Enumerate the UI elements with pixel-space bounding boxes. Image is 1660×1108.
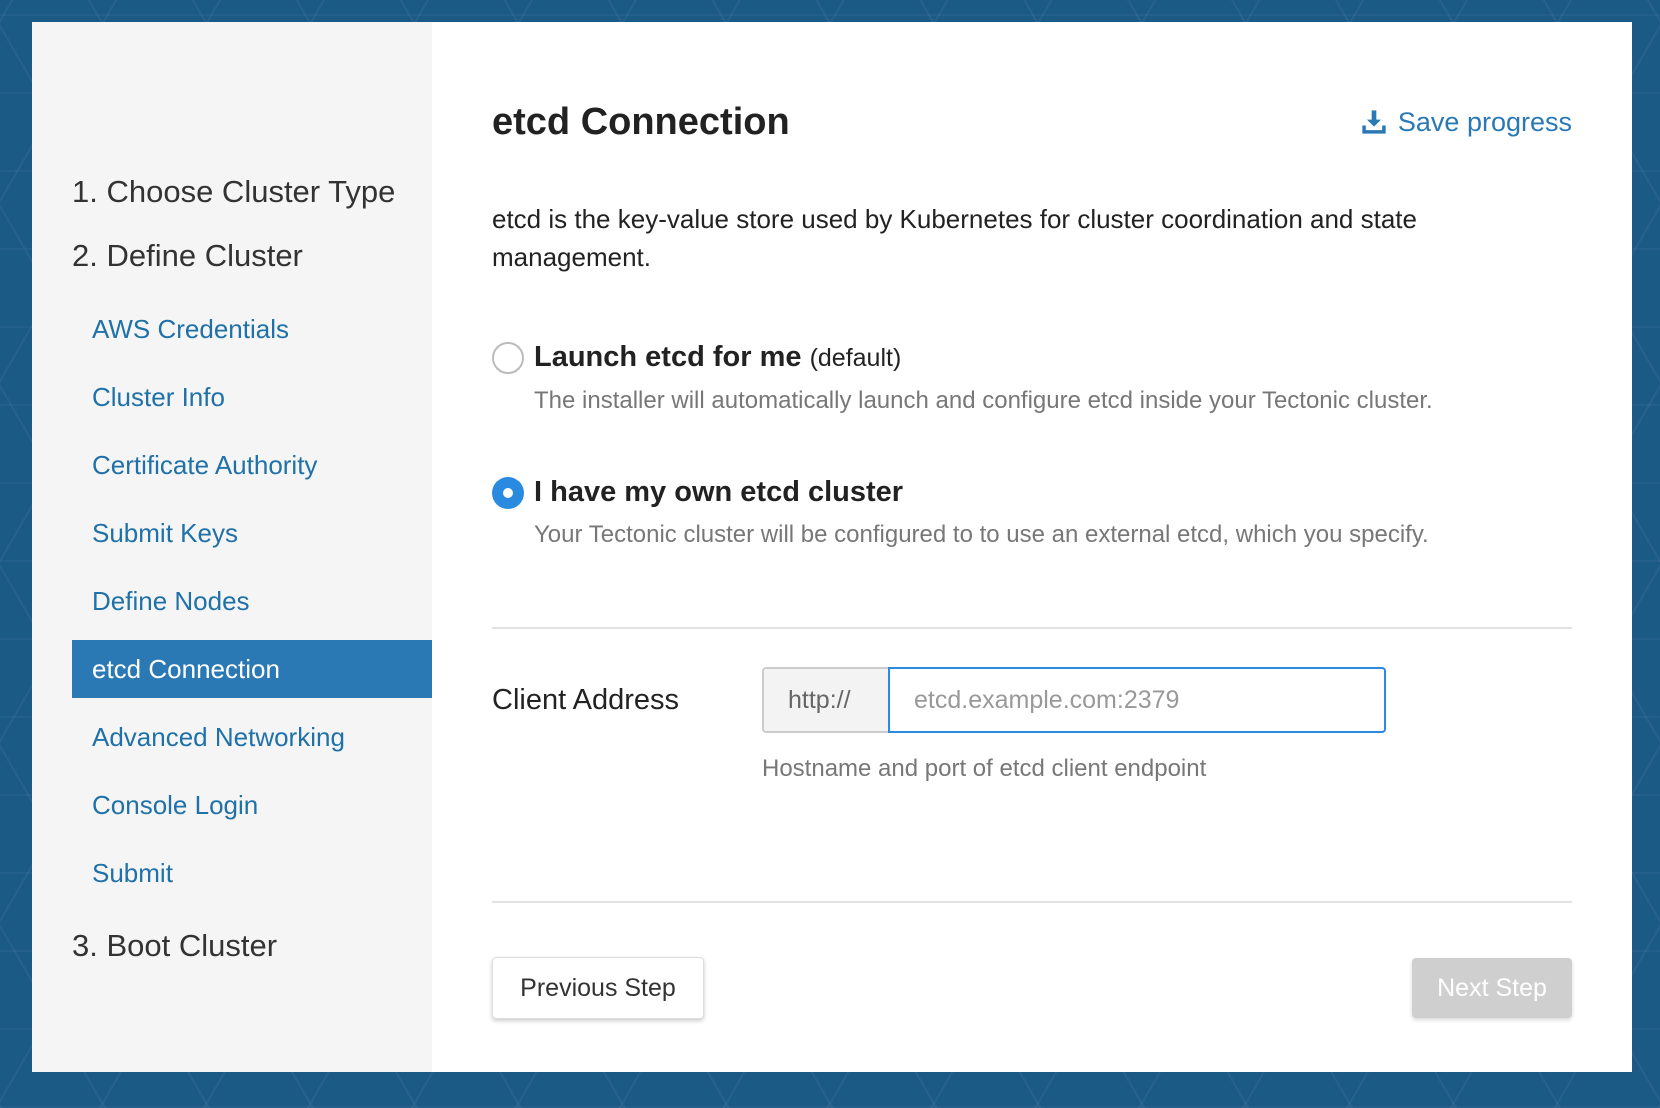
option-default-tag: (default)	[809, 344, 902, 372]
sidebar-section-boot-cluster[interactable]: 3. Boot Cluster	[32, 914, 432, 978]
footer-actions: Previous Step Next Step	[492, 957, 1572, 1019]
sidebar-item-console-login[interactable]: Console Login	[72, 776, 432, 834]
client-address-group: http:// Hostname and port of etcd client…	[762, 667, 1386, 783]
divider	[492, 627, 1572, 629]
sidebar-section-choose-cluster-type[interactable]: 1. Choose Cluster Type	[32, 160, 432, 224]
option-title-text: Launch etcd for me	[534, 341, 802, 373]
client-address-row: Client Address http:// Hostname and port…	[492, 667, 1572, 783]
client-address-label: Client Address	[492, 684, 679, 716]
client-address-input[interactable]	[888, 667, 1386, 733]
option-help: The installer will automatically launch …	[534, 387, 1433, 414]
page-header: etcd Connection Save progress	[492, 72, 1572, 172]
radio-launch-etcd[interactable]	[492, 342, 524, 374]
option-help: Your Tectonic cluster will be configured…	[534, 521, 1429, 548]
main-content: etcd Connection Save progress etcd is th…	[432, 22, 1632, 1072]
page-description: etcd is the key-value store used by Kube…	[492, 204, 1417, 272]
sidebar-item-aws-credentials[interactable]: AWS Credentials	[72, 300, 432, 358]
sidebar-section-define-cluster[interactable]: 2. Define Cluster	[32, 224, 432, 288]
sidebar-item-certificate-authority[interactable]: Certificate Authority	[72, 436, 432, 494]
page-title: etcd Connection	[492, 100, 790, 143]
sidebar-subitems: AWS Credentials Cluster Info Certificate…	[32, 288, 432, 914]
option-title: I have my own etcd cluster	[534, 473, 1572, 511]
sidebar-item-advanced-networking[interactable]: Advanced Networking	[72, 708, 432, 766]
sidebar-item-cluster-info[interactable]: Cluster Info	[72, 368, 432, 426]
divider	[492, 901, 1572, 903]
sidebar-item-submit[interactable]: Submit	[72, 844, 432, 902]
installer-card: 1. Choose Cluster Type 2. Define Cluster…	[32, 22, 1632, 1072]
previous-step-button[interactable]: Previous Step	[492, 957, 704, 1019]
option-launch-etcd[interactable]: Launch etcd for me (default) The install…	[492, 338, 1572, 415]
sidebar: 1. Choose Cluster Type 2. Define Cluster…	[32, 22, 432, 1072]
option-own-etcd[interactable]: I have my own etcd cluster Your Tectonic…	[492, 473, 1572, 549]
sidebar-item-define-nodes[interactable]: Define Nodes	[72, 572, 432, 630]
sidebar-item-etcd-connection[interactable]: etcd Connection	[72, 640, 432, 698]
sidebar-item-submit-keys[interactable]: Submit Keys	[72, 504, 432, 562]
option-title: Launch etcd for me (default)	[534, 338, 1572, 377]
option-title-text: I have my own etcd cluster	[534, 476, 904, 508]
download-icon	[1362, 110, 1386, 134]
save-progress-link[interactable]: Save progress	[1360, 107, 1572, 138]
client-address-help: Hostname and port of etcd client endpoin…	[762, 755, 1207, 782]
save-progress-label: Save progress	[1397, 106, 1572, 137]
protocol-prefix: http://	[762, 667, 888, 733]
client-address-input-group: http://	[762, 667, 1386, 733]
radio-own-etcd[interactable]	[492, 477, 524, 509]
next-step-button[interactable]: Next Step	[1412, 958, 1572, 1018]
